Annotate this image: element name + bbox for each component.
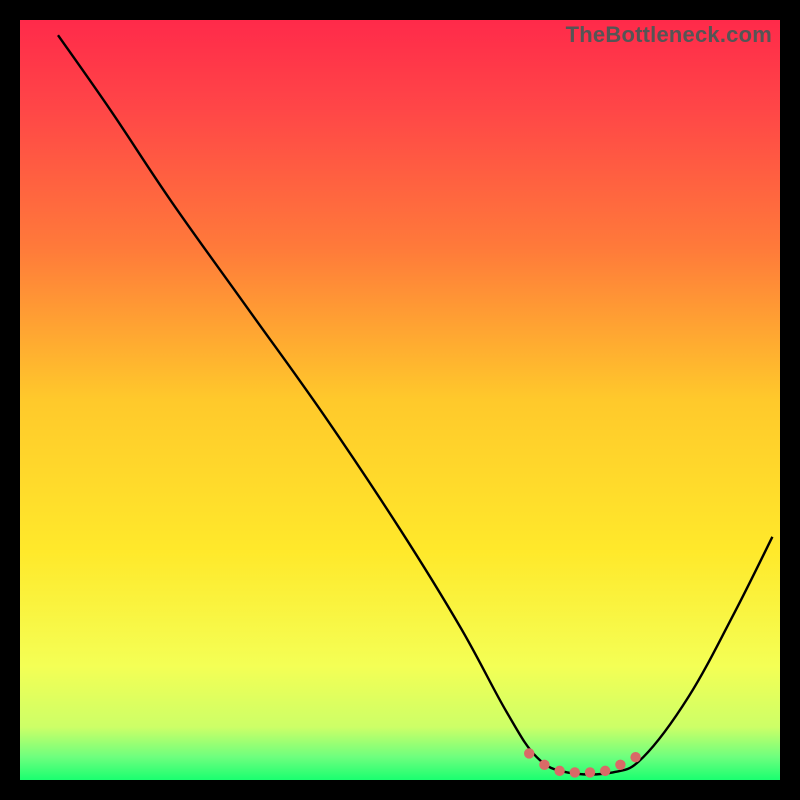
watermark-label: TheBottleneck.com bbox=[566, 22, 772, 48]
chart-frame: TheBottleneck.com bbox=[20, 20, 780, 780]
marker-dot bbox=[600, 766, 610, 776]
marker-dot bbox=[539, 760, 549, 770]
gradient-background bbox=[20, 20, 780, 780]
marker-dot bbox=[615, 760, 625, 770]
marker-dot bbox=[630, 752, 640, 762]
marker-dot bbox=[570, 767, 580, 777]
bottleneck-chart bbox=[20, 20, 780, 780]
marker-dot bbox=[585, 767, 595, 777]
marker-dot bbox=[524, 748, 534, 758]
marker-dot bbox=[554, 766, 564, 776]
